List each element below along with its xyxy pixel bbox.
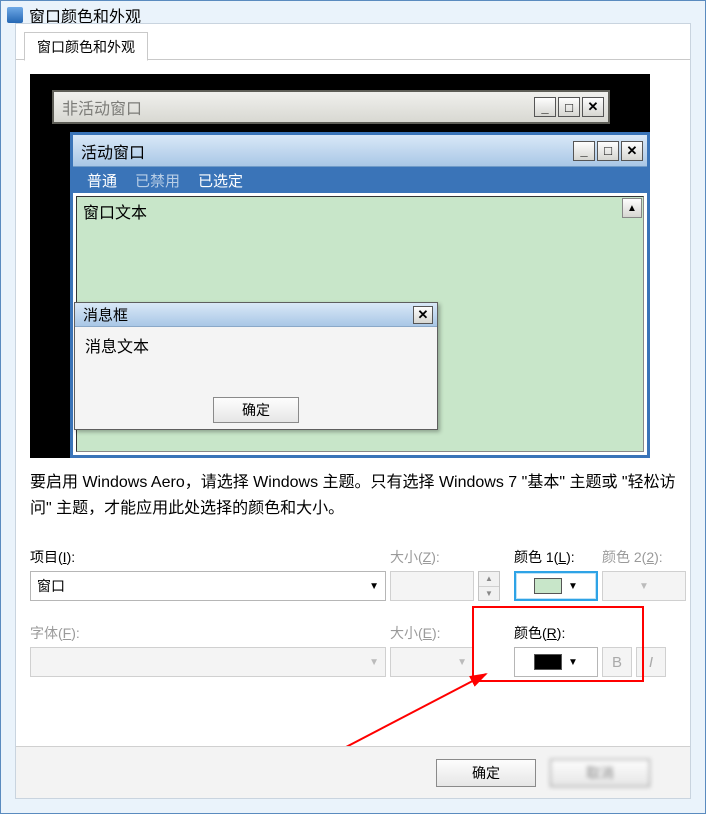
messagebox-titlebar: 消息框 ✕ — [75, 303, 437, 327]
maximize-icon: □ — [597, 141, 619, 161]
font-size-label: 大小(E): — [390, 623, 474, 643]
active-titlebar: 活动窗口 _ □ ✕ — [73, 135, 647, 167]
size-input — [390, 571, 474, 601]
spin-down-icon: ▼ — [479, 587, 499, 601]
preview-area: 非活动窗口 _ □ ✕ 活动窗口 _ □ ✕ — [30, 74, 650, 458]
window-text-sample: 窗口文本 — [83, 199, 147, 223]
tab-body: 非活动窗口 _ □ ✕ 活动窗口 _ □ ✕ — [16, 60, 690, 677]
chevron-down-icon: ▼ — [639, 581, 649, 592]
chevron-down-icon: ▼ — [568, 581, 578, 592]
scroll-up-icon: ▲ — [622, 198, 642, 218]
chevron-down-icon: ▼ — [568, 657, 578, 668]
messagebox-footer: 确定 — [75, 391, 437, 429]
close-icon: ✕ — [413, 306, 433, 324]
font-size-combobox: ▼ — [390, 647, 474, 677]
menu-selected: 已选定 — [198, 170, 243, 191]
font-style-buttons: B I — [602, 647, 686, 677]
settings-grid: 项目(I): 大小(Z): 颜色 1(L): 颜色 2(2): — [30, 547, 676, 601]
tab-strip: 窗口颜色和外观 — [16, 24, 690, 60]
menu-normal: 普通 — [87, 170, 117, 191]
item-value: 窗口 — [37, 576, 65, 596]
font-color-label: 颜色(R): — [514, 623, 598, 643]
inactive-title-text: 非活动窗口 — [62, 95, 142, 119]
chevron-down-icon: ▼ — [457, 657, 467, 668]
cancel-button[interactable]: 取消 — [550, 759, 650, 787]
outer-window: 窗口颜色和外观 窗口颜色和外观 非活动窗口 _ □ ✕ 活动窗口 — [0, 0, 706, 814]
messagebox-title-text: 消息框 — [83, 304, 128, 325]
font-color-swatch — [534, 654, 562, 670]
italic-button: I — [636, 647, 666, 677]
close-icon: ✕ — [621, 141, 643, 161]
messagebox-ok-button: 确定 — [213, 397, 299, 423]
color2-label: 颜色 2(2): — [602, 547, 686, 567]
dialog-footer: 确定 取消 — [16, 746, 690, 798]
preview-messagebox: 消息框 ✕ 消息文本 确定 — [74, 302, 438, 430]
color1-label: 颜色 1(L): — [514, 547, 598, 567]
font-color-picker[interactable]: ▼ — [514, 647, 598, 677]
app-icon — [7, 7, 23, 23]
item-combobox[interactable]: 窗口 ▼ — [30, 571, 386, 601]
description-text: 要启用 Windows Aero，请选择 Windows 主题。只有选择 Win… — [30, 470, 676, 521]
size-spinner: ▲ ▼ — [478, 571, 500, 601]
messagebox-body: 消息文本 — [75, 327, 437, 391]
minimize-icon: _ — [573, 141, 595, 161]
ok-button[interactable]: 确定 — [436, 759, 536, 787]
minimize-icon: _ — [534, 97, 556, 117]
active-window-controls: _ □ ✕ — [573, 141, 643, 161]
tab-appearance[interactable]: 窗口颜色和外观 — [24, 32, 148, 61]
close-icon: ✕ — [582, 97, 604, 117]
chevron-down-icon: ▼ — [369, 581, 379, 592]
color1-picker[interactable]: ▼ — [514, 571, 598, 601]
chevron-down-icon: ▼ — [369, 657, 379, 668]
menu-disabled: 已禁用 — [135, 170, 180, 191]
preview-menubar: 普通 已禁用 已选定 — [73, 167, 647, 193]
color2-picker: ▼ — [602, 571, 686, 601]
item-label: 项目(I): — [30, 547, 386, 567]
maximize-icon: □ — [558, 97, 580, 117]
font-combobox: ▼ — [30, 647, 386, 677]
inactive-window-controls: _ □ ✕ — [534, 97, 604, 117]
bold-button: B — [602, 647, 632, 677]
font-label: 字体(F): — [30, 623, 386, 643]
dialog-panel: 窗口颜色和外观 非活动窗口 _ □ ✕ 活动窗口 _ — [15, 23, 691, 799]
size-label: 大小(Z): — [390, 547, 474, 567]
color1-swatch — [534, 578, 562, 594]
font-grid: 字体(F): 大小(E): 颜色(R): ▼ ▼ — [30, 623, 676, 677]
preview-inactive-window: 非活动窗口 _ □ ✕ — [52, 90, 610, 124]
active-title-text: 活动窗口 — [81, 139, 145, 163]
spin-up-icon: ▲ — [479, 572, 499, 587]
